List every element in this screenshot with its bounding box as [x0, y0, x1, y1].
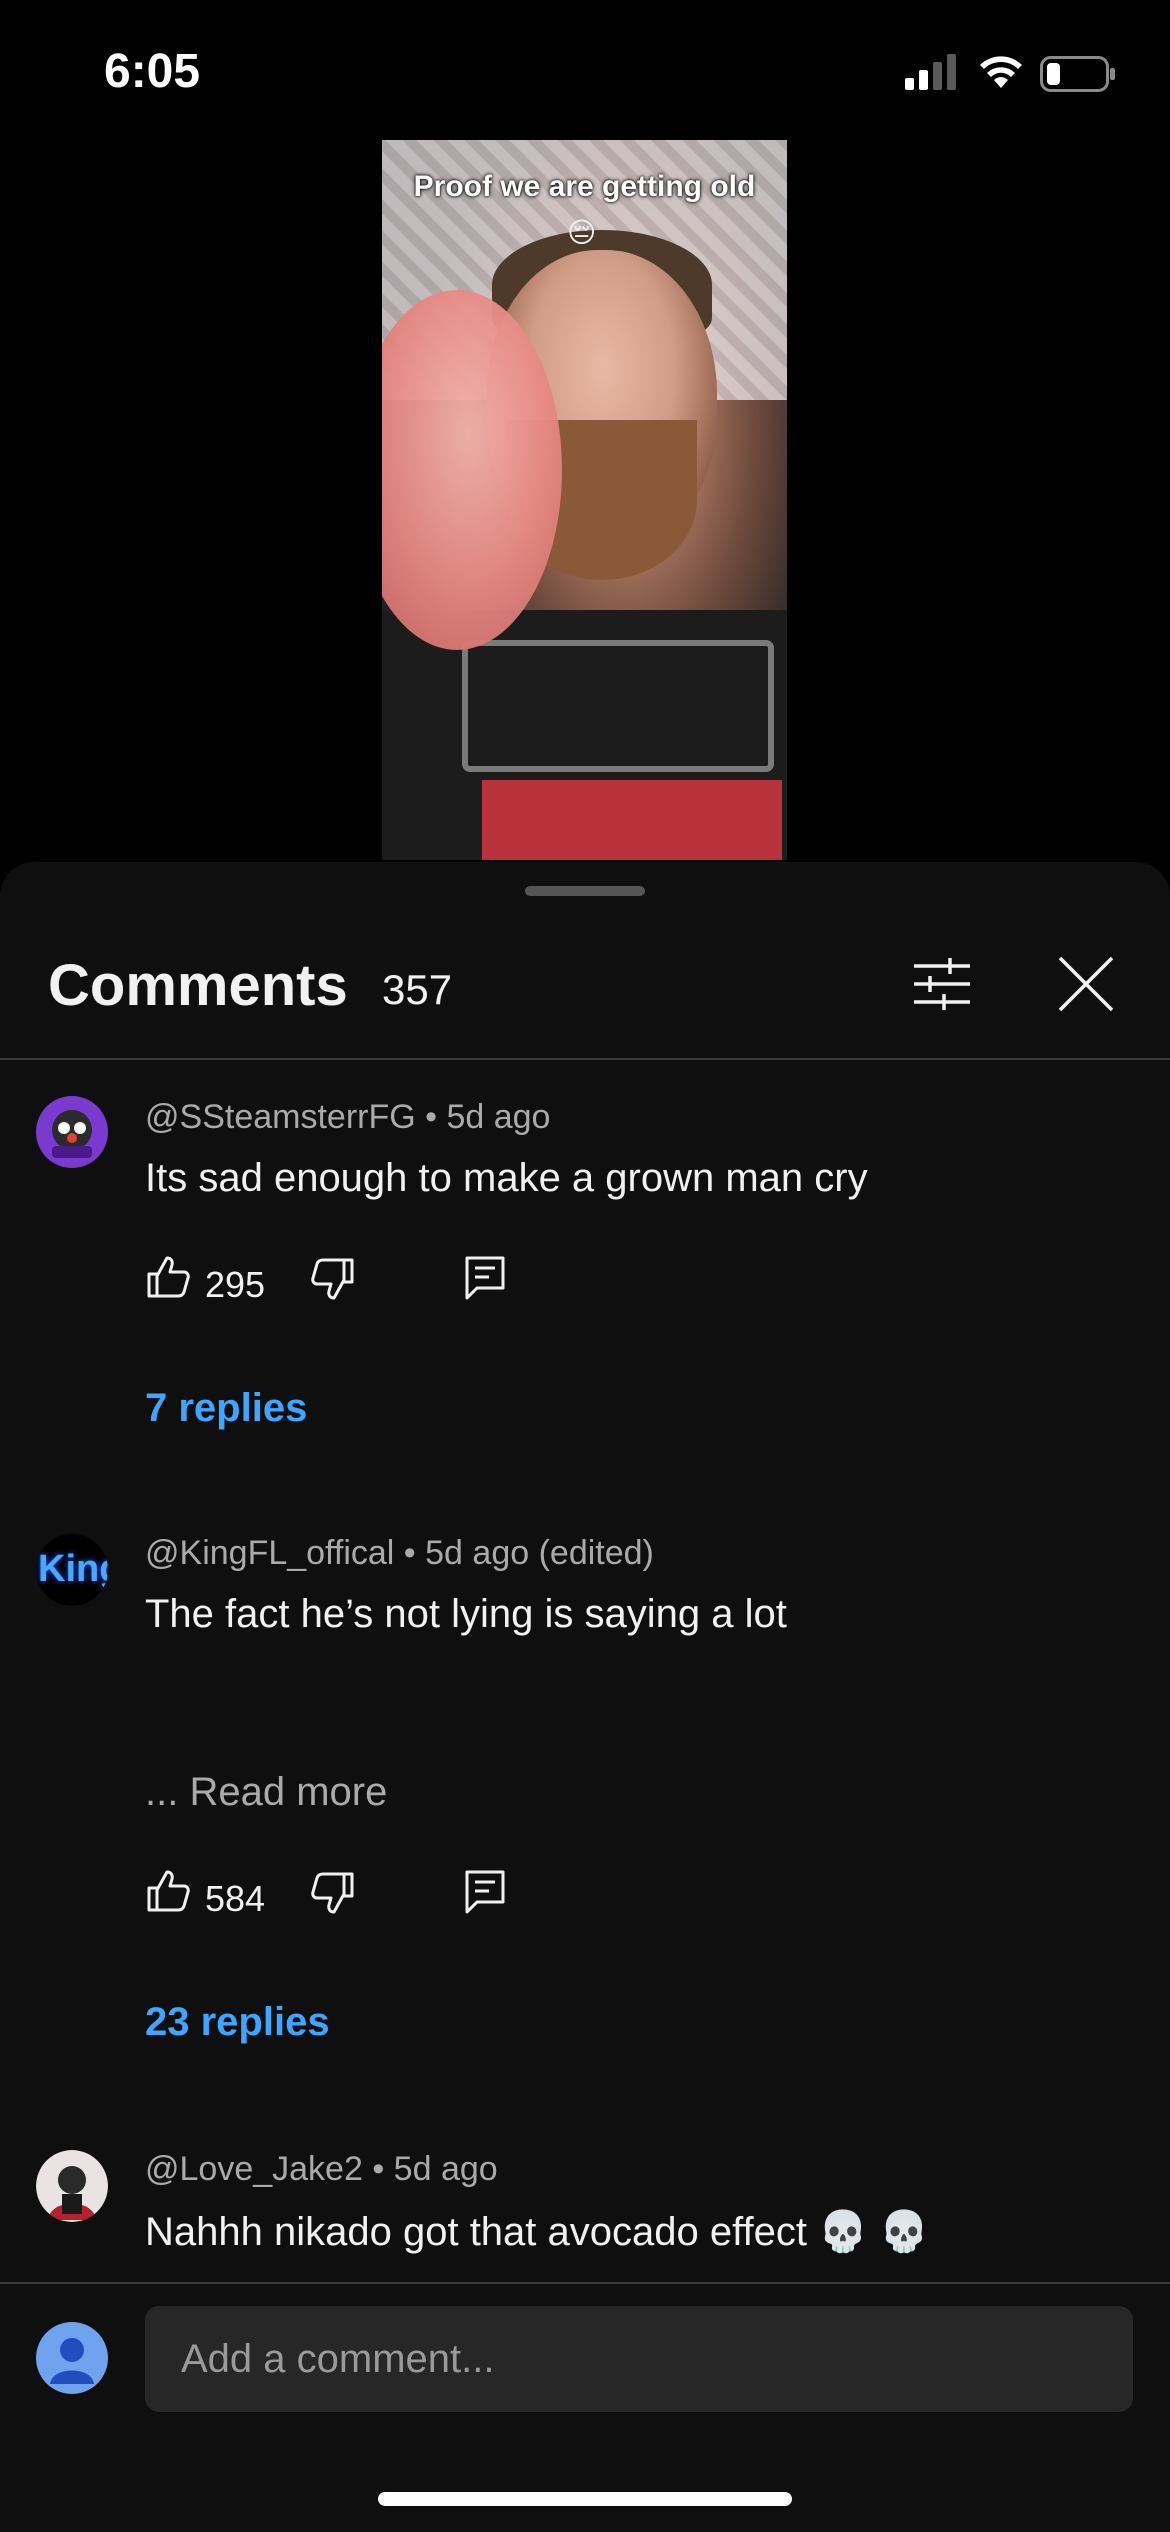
reply-icon[interactable]: [463, 1254, 507, 1302]
status-bar: 6:05: [0, 0, 1170, 140]
battery-icon: [1040, 56, 1115, 92]
avatar-graphic: [36, 1096, 108, 1168]
like-icon[interactable]: [145, 1254, 191, 1300]
close-icon[interactable]: [1056, 954, 1116, 1014]
avatar[interactable]: King: [36, 1534, 108, 1606]
video-shirt-print: [462, 640, 774, 772]
comment-text: Nahhh nikado got that avocado effect 💀 💀: [145, 2210, 929, 2254]
avatar-text: King: [38, 1548, 108, 1590]
comments-count: 357: [382, 966, 453, 1013]
comments-title: Comments: [48, 953, 348, 1018]
composer-divider: [0, 2282, 1170, 2284]
comment-meta: @SSteamsterrFG • 5d ago: [145, 1098, 551, 1136]
dislike-icon[interactable]: [310, 1870, 356, 1916]
dislike-icon[interactable]: [310, 1256, 356, 1302]
replies-link[interactable]: 23 replies: [145, 2000, 330, 2045]
comment-text: The fact he’s not lying is saying a lot: [145, 1592, 787, 1636]
like-count: 295: [205, 1264, 266, 1305]
wifi-icon: [980, 56, 1022, 88]
avatar[interactable]: [36, 2150, 108, 2222]
header-divider: [0, 1058, 1170, 1060]
add-comment-input[interactable]: [145, 2306, 1133, 2412]
filter-icon[interactable]: [912, 954, 972, 1014]
reply-icon[interactable]: [463, 1868, 507, 1916]
video-caption-emoji: 😔: [567, 217, 597, 248]
avatar-graphic: [36, 2150, 108, 2222]
drag-handle[interactable]: [525, 886, 645, 896]
home-indicator: [378, 2492, 792, 2506]
status-time: 6:05: [104, 45, 201, 98]
avatar[interactable]: [36, 1096, 108, 1168]
video-caption: Proof we are getting old: [413, 170, 756, 203]
comment-meta: @KingFL_offical • 5d ago (edited): [145, 1534, 654, 1572]
like-icon[interactable]: [145, 1868, 191, 1914]
replies-link[interactable]: 7 replies: [145, 1386, 307, 1431]
video-shirt-red: [482, 780, 782, 860]
person-icon: [50, 2338, 94, 2384]
user-avatar: [36, 2322, 108, 2394]
read-more-link[interactable]: ... Read more: [145, 1770, 387, 1815]
comments-sheet: Comments 357 @SSteamsterrFG • 5d ago Its…: [0, 862, 1170, 2532]
comment-text: Its sad enough to make a grown man cry: [145, 1156, 868, 1200]
video-player[interactable]: Proof we are getting old 😔: [382, 140, 787, 860]
like-count: 584: [205, 1878, 266, 1919]
comment-meta: @Love_Jake2 • 5d ago: [145, 2150, 498, 2188]
cellular-signal-icon: [905, 54, 956, 90]
